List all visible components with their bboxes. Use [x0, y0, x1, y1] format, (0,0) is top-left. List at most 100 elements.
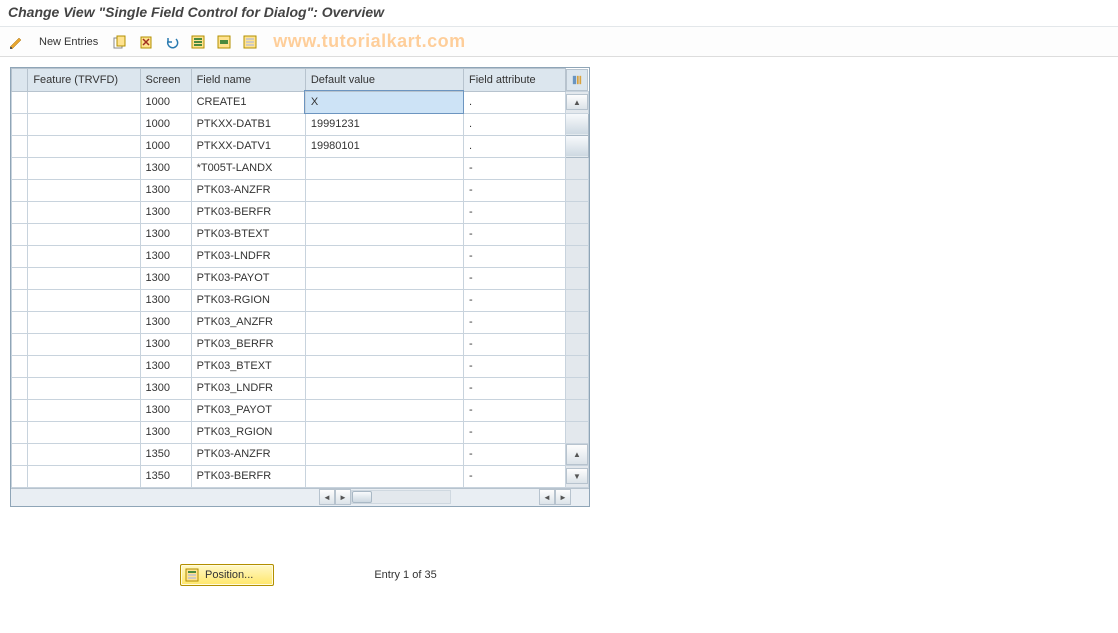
cell-screen[interactable]: 1300: [140, 333, 191, 355]
hscroll-track-1[interactable]: [351, 490, 451, 504]
row-selector[interactable]: [12, 157, 28, 179]
cell-screen[interactable]: 1300: [140, 223, 191, 245]
cell-screen[interactable]: 1300: [140, 245, 191, 267]
row-selector[interactable]: [12, 421, 28, 443]
cell-field-attr[interactable]: .: [463, 113, 565, 135]
row-selector[interactable]: [12, 399, 28, 421]
vscroll-thumb[interactable]: [566, 135, 589, 157]
position-button[interactable]: Position...: [180, 564, 274, 586]
cell-field-name[interactable]: PTK03-RGION: [191, 289, 305, 311]
row-selector[interactable]: [12, 333, 28, 355]
cell-feature[interactable]: [28, 377, 140, 399]
deselect-all-button[interactable]: [239, 32, 261, 52]
cell-screen[interactable]: 1300: [140, 201, 191, 223]
cell-field-name[interactable]: PTK03_BERFR: [191, 333, 305, 355]
cell-default-value[interactable]: [305, 377, 463, 399]
row-selector[interactable]: [12, 201, 28, 223]
cell-field-name[interactable]: PTKXX-DATV1: [191, 135, 305, 157]
vscroll-thumb[interactable]: [566, 113, 589, 135]
toggle-display-change-button[interactable]: [6, 32, 28, 52]
cell-field-attr[interactable]: -: [463, 355, 565, 377]
cell-field-attr[interactable]: -: [463, 399, 565, 421]
cell-default-value[interactable]: [305, 223, 463, 245]
row-selector[interactable]: [12, 377, 28, 399]
row-selector[interactable]: [12, 355, 28, 377]
cell-screen[interactable]: 1300: [140, 289, 191, 311]
cell-field-name[interactable]: PTK03_BTEXT: [191, 355, 305, 377]
row-selector[interactable]: [12, 179, 28, 201]
hscroll-right-button[interactable]: ►: [335, 489, 351, 505]
col-header-screen[interactable]: Screen: [140, 69, 191, 92]
cell-field-attr[interactable]: -: [463, 333, 565, 355]
cell-field-name[interactable]: PTK03-ANZFR: [191, 179, 305, 201]
cell-default-value[interactable]: [305, 333, 463, 355]
cell-default-value[interactable]: [305, 421, 463, 443]
table-config-button[interactable]: [566, 69, 588, 91]
cell-field-name[interactable]: PTK03_RGION: [191, 421, 305, 443]
cell-default-value[interactable]: [305, 267, 463, 289]
col-header-default-value[interactable]: Default value: [305, 69, 463, 92]
cell-field-attr[interactable]: -: [463, 421, 565, 443]
cell-default-value[interactable]: 19991231: [305, 113, 463, 135]
cell-default-value[interactable]: [305, 289, 463, 311]
hscroll-thumb-1[interactable]: [352, 491, 372, 503]
col-header-field-attr[interactable]: Field attribute: [463, 69, 565, 92]
vscroll-up-button-2[interactable]: ▲: [566, 444, 588, 465]
cell-feature[interactable]: [28, 91, 140, 113]
cell-field-name[interactable]: PTK03_LNDFR: [191, 377, 305, 399]
cell-feature[interactable]: [28, 179, 140, 201]
cell-screen[interactable]: 1300: [140, 377, 191, 399]
cell-feature[interactable]: [28, 333, 140, 355]
vscroll-up-button[interactable]: ▲: [566, 94, 588, 110]
cell-feature[interactable]: [28, 135, 140, 157]
col-header-field-name[interactable]: Field name: [191, 69, 305, 92]
cell-default-value[interactable]: [305, 311, 463, 333]
row-selector[interactable]: [12, 267, 28, 289]
select-block-button[interactable]: [213, 32, 235, 52]
cell-field-attr[interactable]: -: [463, 443, 565, 465]
cell-feature[interactable]: [28, 421, 140, 443]
row-selector[interactable]: [12, 91, 28, 113]
cell-field-attr[interactable]: -: [463, 245, 565, 267]
cell-feature[interactable]: [28, 443, 140, 465]
cell-default-value[interactable]: X: [305, 91, 463, 113]
cell-field-attr[interactable]: -: [463, 223, 565, 245]
cell-field-attr[interactable]: -: [463, 179, 565, 201]
cell-field-name[interactable]: PTK03-BERFR: [191, 465, 305, 487]
cell-field-name[interactable]: PTK03_PAYOT: [191, 399, 305, 421]
cell-field-name[interactable]: PTK03-LNDFR: [191, 245, 305, 267]
row-selector[interactable]: [12, 465, 28, 487]
hscroll-right-button-2[interactable]: ►: [555, 489, 571, 505]
cell-feature[interactable]: [28, 113, 140, 135]
cell-field-name[interactable]: PTK03-ANZFR: [191, 443, 305, 465]
cell-field-attr[interactable]: -: [463, 311, 565, 333]
row-selector[interactable]: [12, 311, 28, 333]
cell-field-attr[interactable]: -: [463, 377, 565, 399]
cell-screen[interactable]: 1300: [140, 421, 191, 443]
cell-screen[interactable]: 1000: [140, 135, 191, 157]
copy-as-button[interactable]: [109, 32, 131, 52]
col-header-feature[interactable]: Feature (TRVFD): [28, 69, 140, 92]
cell-screen[interactable]: 1300: [140, 399, 191, 421]
cell-screen[interactable]: 1300: [140, 267, 191, 289]
cell-screen[interactable]: 1350: [140, 443, 191, 465]
cell-feature[interactable]: [28, 201, 140, 223]
cell-feature[interactable]: [28, 399, 140, 421]
cell-feature[interactable]: [28, 311, 140, 333]
cell-default-value[interactable]: [305, 355, 463, 377]
undo-button[interactable]: [161, 32, 183, 52]
hscroll-left-button-2[interactable]: ◄: [539, 489, 555, 505]
cell-default-value[interactable]: [305, 201, 463, 223]
row-selector[interactable]: [12, 443, 28, 465]
cell-feature[interactable]: [28, 157, 140, 179]
cell-default-value[interactable]: [305, 245, 463, 267]
cell-field-name[interactable]: PTK03-BERFR: [191, 201, 305, 223]
row-selector[interactable]: [12, 113, 28, 135]
cell-field-name[interactable]: PTK03_ANZFR: [191, 311, 305, 333]
cell-screen[interactable]: 1300: [140, 355, 191, 377]
cell-default-value[interactable]: 19980101: [305, 135, 463, 157]
cell-screen[interactable]: 1350: [140, 465, 191, 487]
cell-feature[interactable]: [28, 267, 140, 289]
row-selector-header[interactable]: [12, 69, 28, 92]
cell-field-attr[interactable]: -: [463, 157, 565, 179]
